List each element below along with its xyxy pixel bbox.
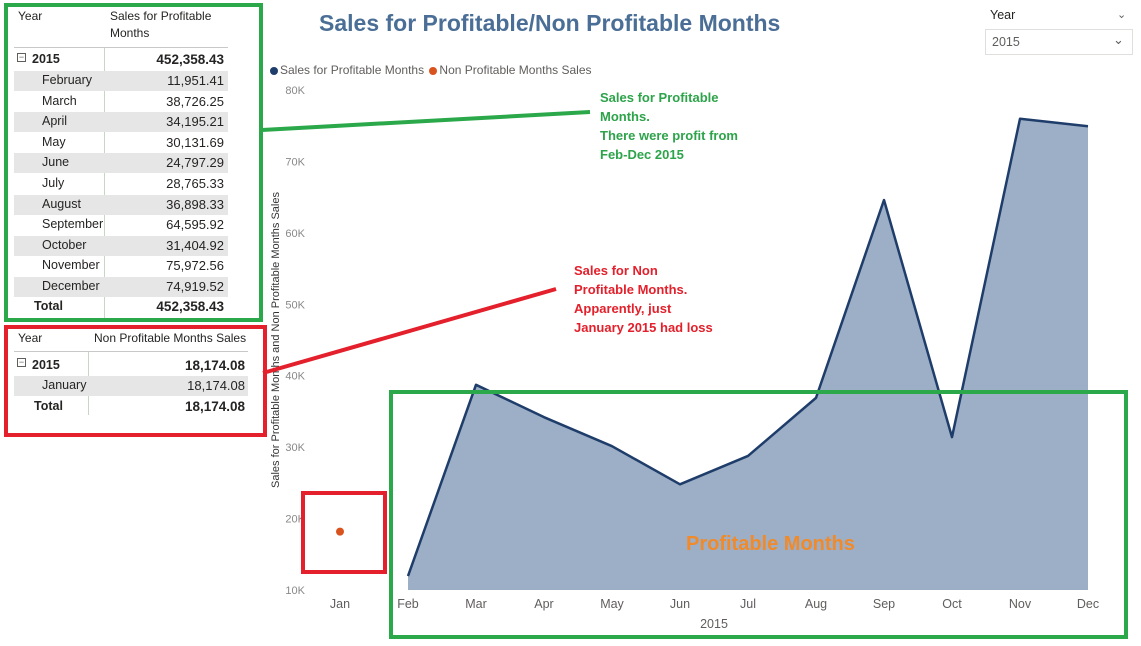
red-highlight-jan-dot (301, 491, 387, 574)
red-highlight-nonprofitable-table (4, 325, 267, 437)
green-highlight-profitable-area (389, 390, 1128, 639)
annotation-line: Sales for Non (574, 263, 658, 278)
y-tick-label: 10K (285, 585, 305, 597)
y-tick-label: 60K (285, 228, 305, 240)
green-highlight-profitable-table (4, 3, 263, 322)
annotation-line: Feb-Dec 2015 (600, 147, 684, 162)
annotation-line: Apparently, just (574, 301, 672, 316)
annotation-line: There were profit from (600, 128, 738, 143)
x-tick-label: Jan (330, 597, 350, 611)
connector-line-red (262, 287, 557, 375)
y-tick-label: 80K (285, 85, 305, 97)
annotation-profitable: Sales for Profitable Months. There were … (600, 88, 738, 164)
y-tick-label: 40K (285, 371, 305, 383)
annotation-line: January 2015 had loss (574, 320, 713, 335)
connector-line-green (261, 110, 591, 132)
annotation-line: Profitable Months. (574, 282, 688, 297)
y-tick-label: 50K (285, 299, 305, 311)
y-tick-label: 30K (285, 442, 305, 454)
annotation-non-profitable: Sales for Non Profitable Months. Apparen… (574, 261, 713, 337)
annotation-line: Sales for Profitable (600, 90, 719, 105)
y-tick-label: 70K (285, 156, 305, 168)
y-axis-label: Sales for Profitable Months and Non Prof… (270, 192, 282, 488)
annotation-line: Months. (600, 109, 650, 124)
